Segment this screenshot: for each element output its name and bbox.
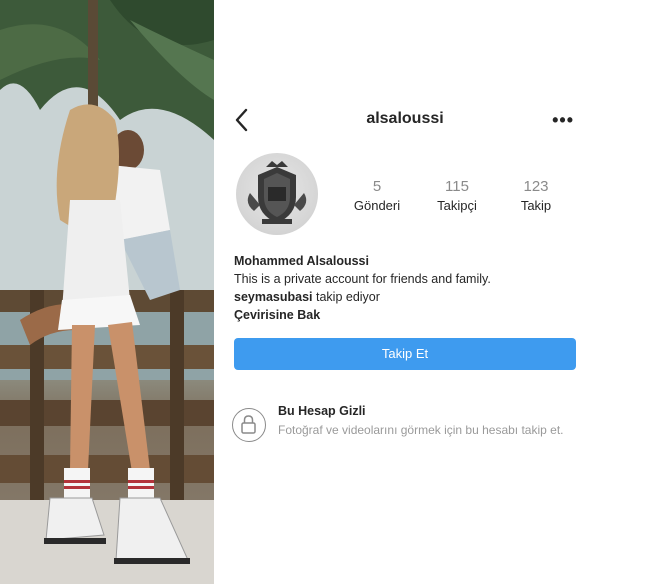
followed-by[interactable]: seymasubasi takip ediyor — [234, 288, 574, 306]
followers-count: 115 — [445, 178, 469, 195]
top-bar: alsaloussi ••• — [222, 106, 588, 136]
following-count: 123 — [523, 178, 549, 195]
private-account-notice: Bu Hesap Gizli Fotoğraf ve videolarını g… — [222, 400, 588, 460]
see-translation-link[interactable]: Çevirisine Bak — [234, 306, 574, 324]
stat-posts[interactable]: 5 Gönderi — [342, 178, 412, 213]
display-name: Mohammed Alsaloussi — [234, 254, 369, 268]
stat-following[interactable]: 123 Takip — [501, 178, 571, 213]
profile-screen: alsaloussi ••• 5 Gönderi 115 Takipçi 123… — [222, 80, 588, 510]
posts-label: Gönderi — [353, 198, 401, 213]
followers-label: Takipçi — [437, 198, 477, 213]
private-title: Bu Hesap Gizli — [278, 404, 366, 418]
photo-illustration — [0, 0, 214, 584]
stat-followers[interactable]: 115 Takipçi — [422, 178, 492, 213]
avatar[interactable] — [236, 153, 318, 235]
follow-button[interactable]: Takip Et — [234, 338, 576, 370]
crest-logo-icon — [247, 161, 307, 224]
lock-icon-circle — [232, 408, 266, 442]
lock-icon — [241, 415, 256, 434]
profile-username: alsaloussi — [366, 110, 444, 127]
following-label: Takip — [520, 198, 552, 213]
bio-text: This is a private account for friends an… — [234, 272, 491, 286]
followed-by-suffix: takip ediyor — [312, 290, 380, 304]
posts-count: 5 — [372, 178, 382, 195]
couple-photo — [0, 0, 214, 584]
bio: Mohammed Alsaloussi This is a private ac… — [234, 252, 574, 324]
followed-by-user[interactable]: seymasubasi — [234, 290, 313, 304]
private-description: Fotoğraf ve videolarını görmek için bu h… — [278, 423, 564, 437]
more-options-button[interactable]: ••• — [552, 110, 574, 131]
